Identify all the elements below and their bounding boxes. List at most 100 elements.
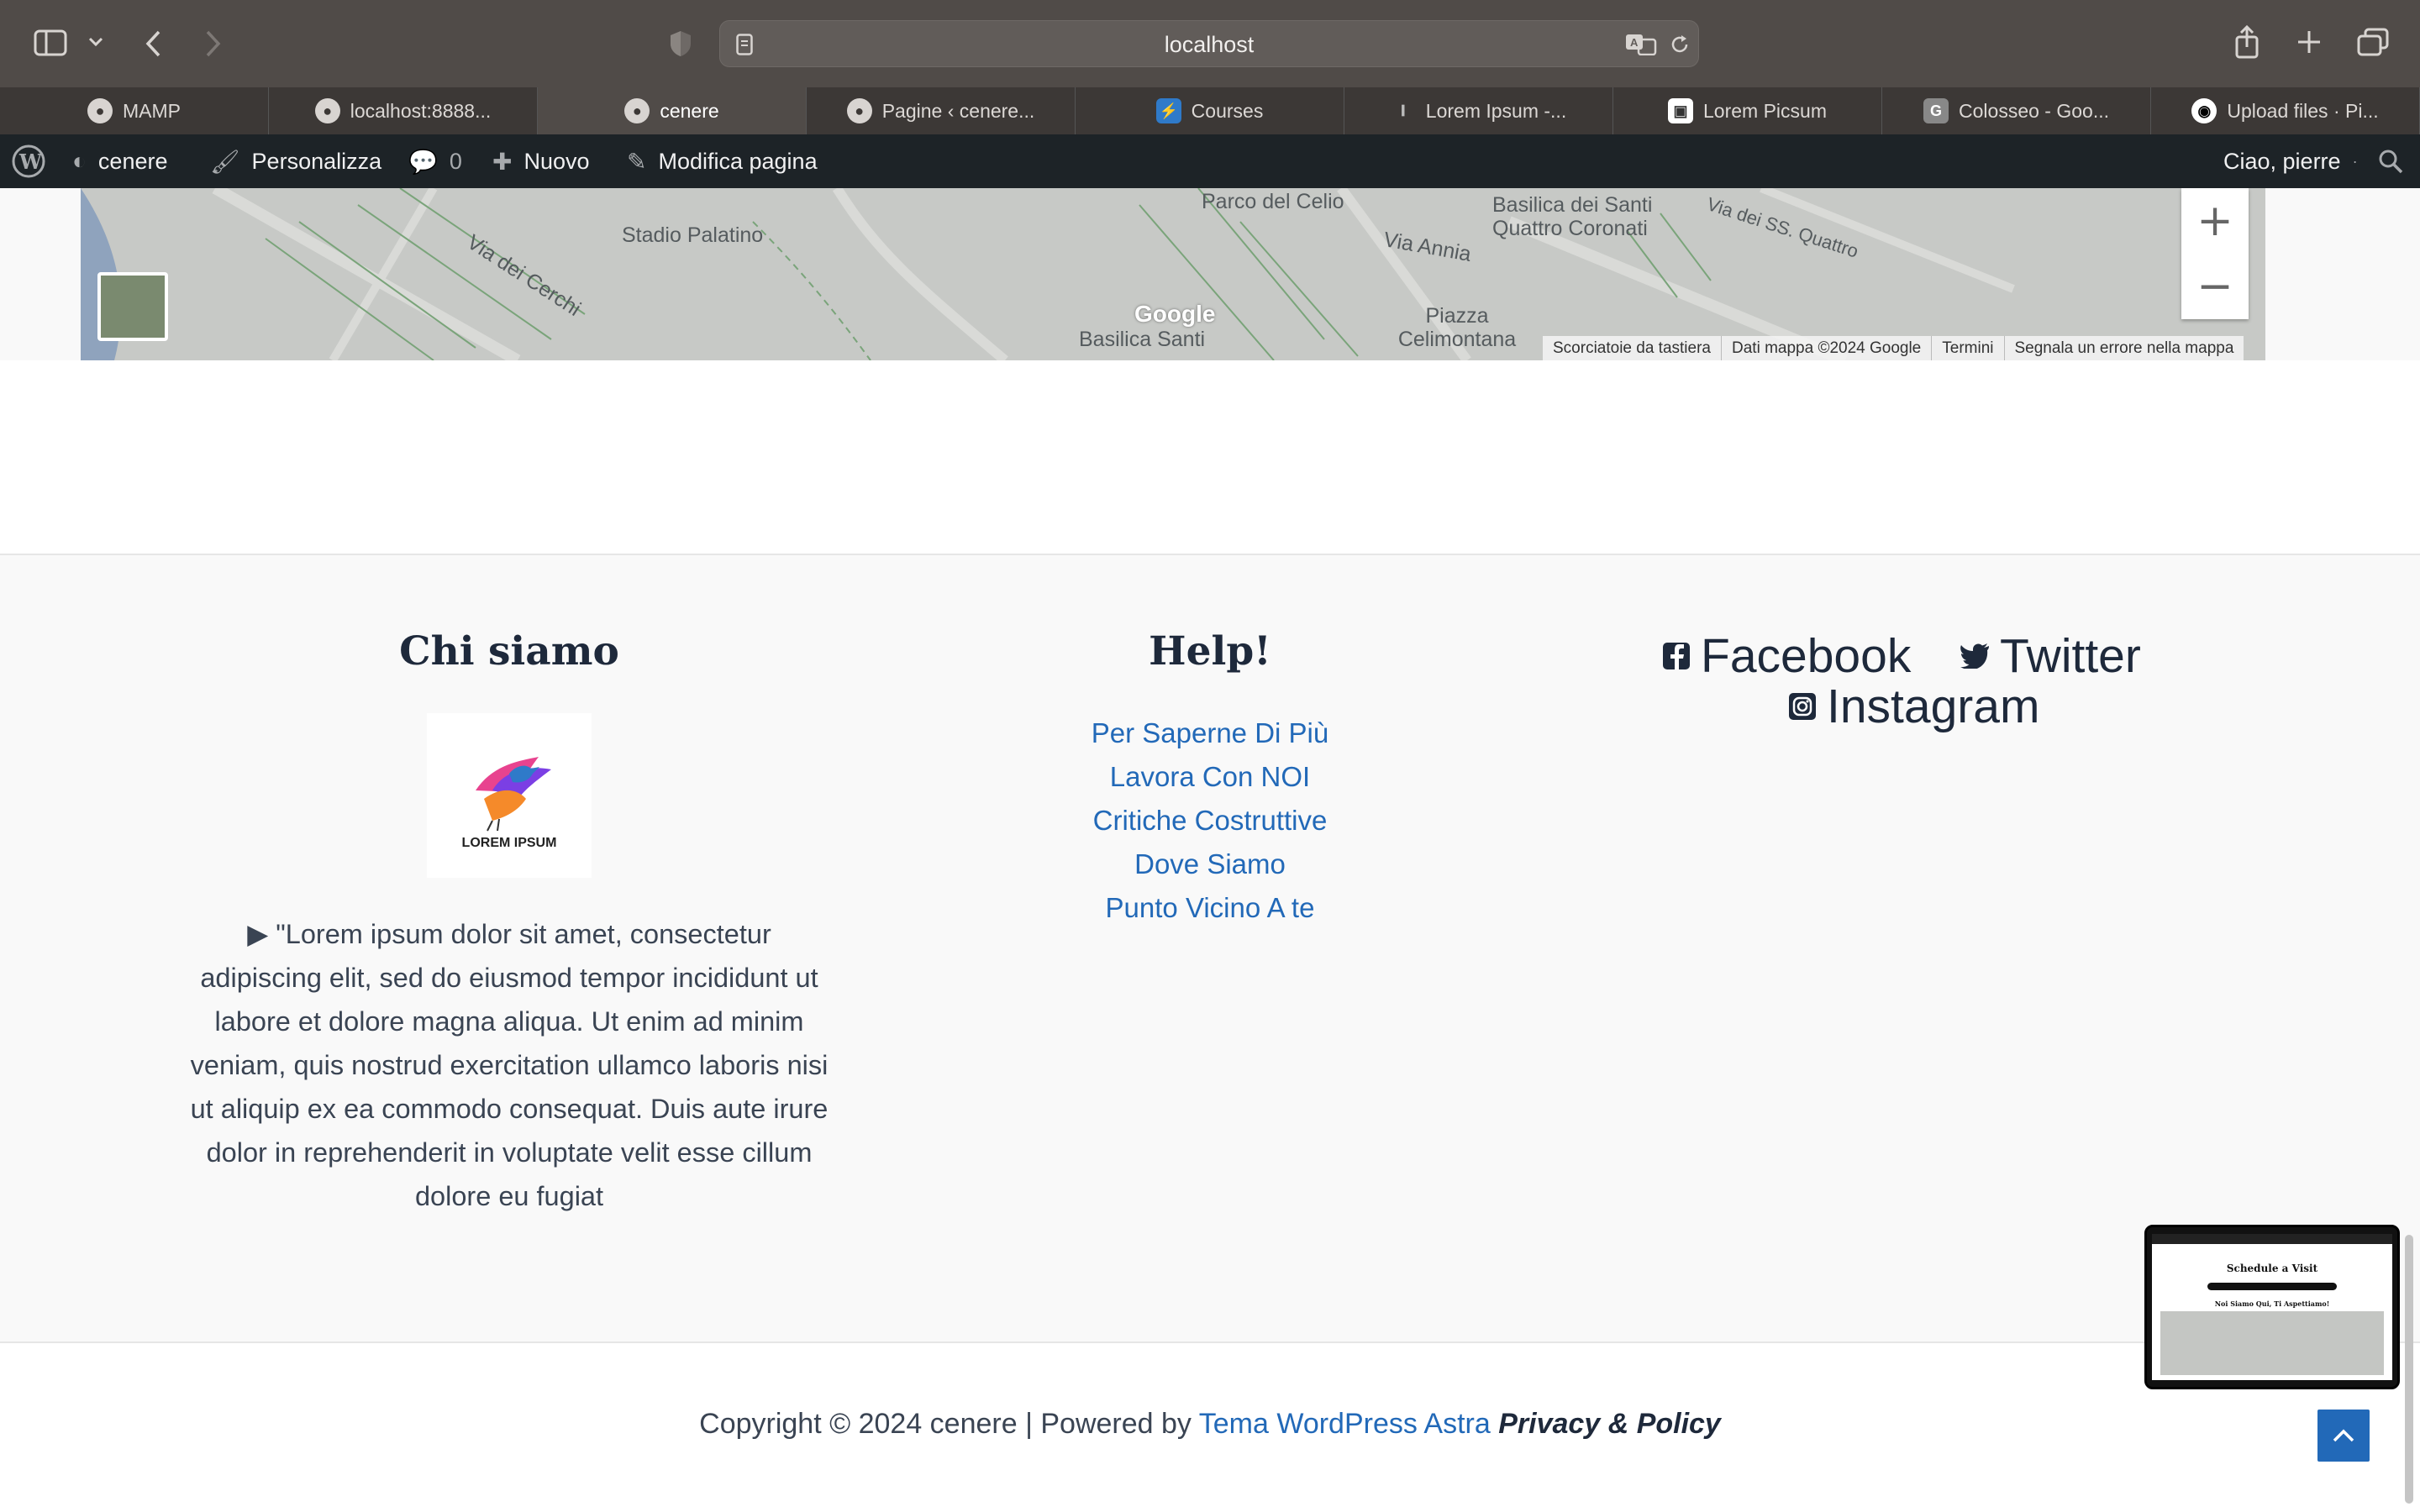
tab-cenere[interactable]: ● cenere [538,87,807,134]
instagram-label: Instagram [1827,680,2040,733]
satellite-toggle[interactable] [97,272,168,341]
pip-bar [2207,1283,2337,1290]
tab-courses[interactable]: ⚡ Courses [1076,87,1344,134]
help-link-punto-vicino[interactable]: Punto Vicino A te [1106,886,1315,930]
new-content-menu[interactable]: ✚ Nuovo [492,134,590,188]
courses-icon: ⚡ [1155,98,1181,123]
map-label: Parco del Celio [1202,190,1344,213]
url-text[interactable]: localhost [720,21,1698,68]
social-facebook[interactable]: Facebook [1662,628,1911,684]
lorem-ipsum-logo: LOREM IPSUM [427,713,592,878]
picture-in-picture-preview[interactable]: Schedule a Visit Noi Siamo Qui, Ti Aspet… [2144,1225,2400,1389]
privacy-shield-icon[interactable] [666,27,696,60]
chevron-up-icon [2333,1429,2354,1442]
scroll-to-top-button[interactable] [2317,1410,2370,1462]
wordpress-logo-icon[interactable]: W [12,134,45,188]
report-error-link[interactable]: Segnala un errore nella mappa [2003,336,2244,360]
edit-page-menu[interactable]: ✎ Modifica pagina [627,134,818,188]
svg-text:W: W [18,150,43,174]
sidebar-toggle-icon[interactable] [34,29,67,57]
mamp-elephant-icon: ● [846,98,872,123]
social-twitter[interactable]: Twitter [1960,628,2141,684]
help-link-lavora[interactable]: Lavora Con NOI [1110,755,1310,799]
edit-page-label: Modifica pagina [658,148,818,174]
comments-menu[interactable]: 💬 0 [408,134,462,188]
privacy-policy-link[interactable]: Privacy & Policy [1498,1408,1721,1440]
help-links: Per Saperne Di Più Lavora Con NOI Critic… [1008,711,1412,930]
map-zoom-control: + − [2181,188,2249,319]
logo-text: LOREM IPSUM [461,836,557,850]
tab-mamp[interactable]: ● MAMP [0,87,269,134]
pip-title: Schedule a Visit [2226,1263,2318,1274]
tab-overview-icon[interactable] [2356,27,2390,57]
pip-map [2160,1311,2384,1375]
address-bar[interactable]: localhost A [719,20,1699,67]
keyboard-shortcuts-link[interactable]: Scorciatoie da tastiera [1543,336,1721,360]
share-icon[interactable] [2232,24,2262,60]
pip-toolbar [2152,1234,2392,1244]
map-label: Stadio Palatino [622,223,764,247]
about-text: ▶ "Lorem ipsum dolor sit amet, consectet… [190,919,829,1211]
dashboard-icon: ◐ [72,148,87,174]
page-scrollbar[interactable] [2405,1235,2413,1504]
greeting: Ciao, pierre [2223,148,2341,174]
back-icon[interactable] [139,27,166,60]
browser-toolbar: localhost A [0,0,2420,87]
twitter-label: Twitter [2000,629,2141,683]
forward-icon[interactable] [200,27,227,60]
svg-text:A: A [1630,36,1639,49]
translate-icon[interactable]: A [1624,33,1658,56]
site-name: cenere [97,148,168,174]
comment-bubble-icon: 💬 [408,148,438,175]
astra-theme-link[interactable]: Tema WordPress Astra [1199,1408,1491,1440]
new-tab-icon[interactable] [2294,27,2324,57]
terms-link[interactable]: Termini [1931,336,2003,360]
tab-lorem-picsum[interactable]: ▣ Lorem Picsum [1613,87,1882,134]
pip-content: Schedule a Visit Noi Siamo Qui, Ti Aspet… [2152,1234,2392,1380]
twitter-icon [1960,643,1989,669]
google-map[interactable]: Via dei Cerchi Stadio Palatino Parco del… [81,188,2265,360]
facebook-icon [1663,643,1690,669]
plus-icon: ✚ [492,148,513,175]
content-spacer [0,360,2420,554]
comments-count: 0 [449,148,462,174]
map-label: Piazza Celimontana [1397,304,1517,351]
mamp-elephant-icon: ● [314,98,340,123]
user-menu[interactable]: Ciao, pierre · [2223,134,2358,188]
social-instagram[interactable]: Instagram [1788,679,2039,734]
reload-icon[interactable] [1668,33,1691,56]
tab-bar: ● MAMP ● localhost:8888... ● cenere ● Pagine… [0,87,2420,134]
zoom-in-icon[interactable]: + [2181,188,2249,254]
wp-admin-bar: W ◐ cenere 🖌 Personalizza 💬 0 ✚ Nuovo ✎ … [0,134,2420,188]
map-attribution: Scorciatoie da tastiera Dati mappa ©2024… [1543,336,2244,360]
tab-localhost[interactable]: ● localhost:8888... [269,87,538,134]
new-label: Nuovo [523,148,590,174]
tab-pagine[interactable]: ● Pagine ‹ cenere... [807,87,1076,134]
tab-label: Courses [1191,99,1264,122]
help-link-critiche[interactable]: Critiche Costruttive [1093,799,1328,843]
tab-upload-files[interactable]: ◉ Upload files · Pi... [2151,87,2420,134]
tab-label: cenere [660,99,719,122]
customize-menu[interactable]: 🖌 Personalizza [210,134,381,188]
paintbrush-icon: 🖌 [210,148,240,175]
tab-lorem-ipsum[interactable]: 𝐈 Lorem Ipsum -... [1344,87,1613,134]
tab-colosseo[interactable]: G Colosseo - Goo... [1882,87,2151,134]
g-icon: G [1923,98,1949,123]
map-label: Basilica Santi [1079,328,1206,351]
about-title: Chi siamo [399,628,619,675]
help-title: Help! [1149,628,1271,675]
tab-label: Lorem Picsum [1703,99,1827,122]
help-link-saperne[interactable]: Per Saperne Di Più [1092,711,1328,755]
instagram-icon [1789,693,1816,720]
help-link-dove-siamo[interactable]: Dove Siamo [1134,843,1286,886]
search-icon[interactable] [2378,134,2403,188]
customize-label: Personalizza [251,148,382,174]
site-name-menu[interactable]: ◐ cenere [72,134,167,188]
chevron-down-icon[interactable] [86,32,106,52]
zoom-out-icon[interactable]: − [2181,254,2249,319]
tab-label: Pagine ‹ cenere... [881,99,1035,122]
tab-label: Lorem Ipsum -... [1425,99,1567,122]
copyright: Copyright © 2024 cenere | Powered by Tem… [0,1408,2420,1441]
copyright-text: Copyright © 2024 cenere | Powered by [699,1408,1199,1440]
map-data-text: Dati mappa ©2024 Google [1721,336,1931,360]
